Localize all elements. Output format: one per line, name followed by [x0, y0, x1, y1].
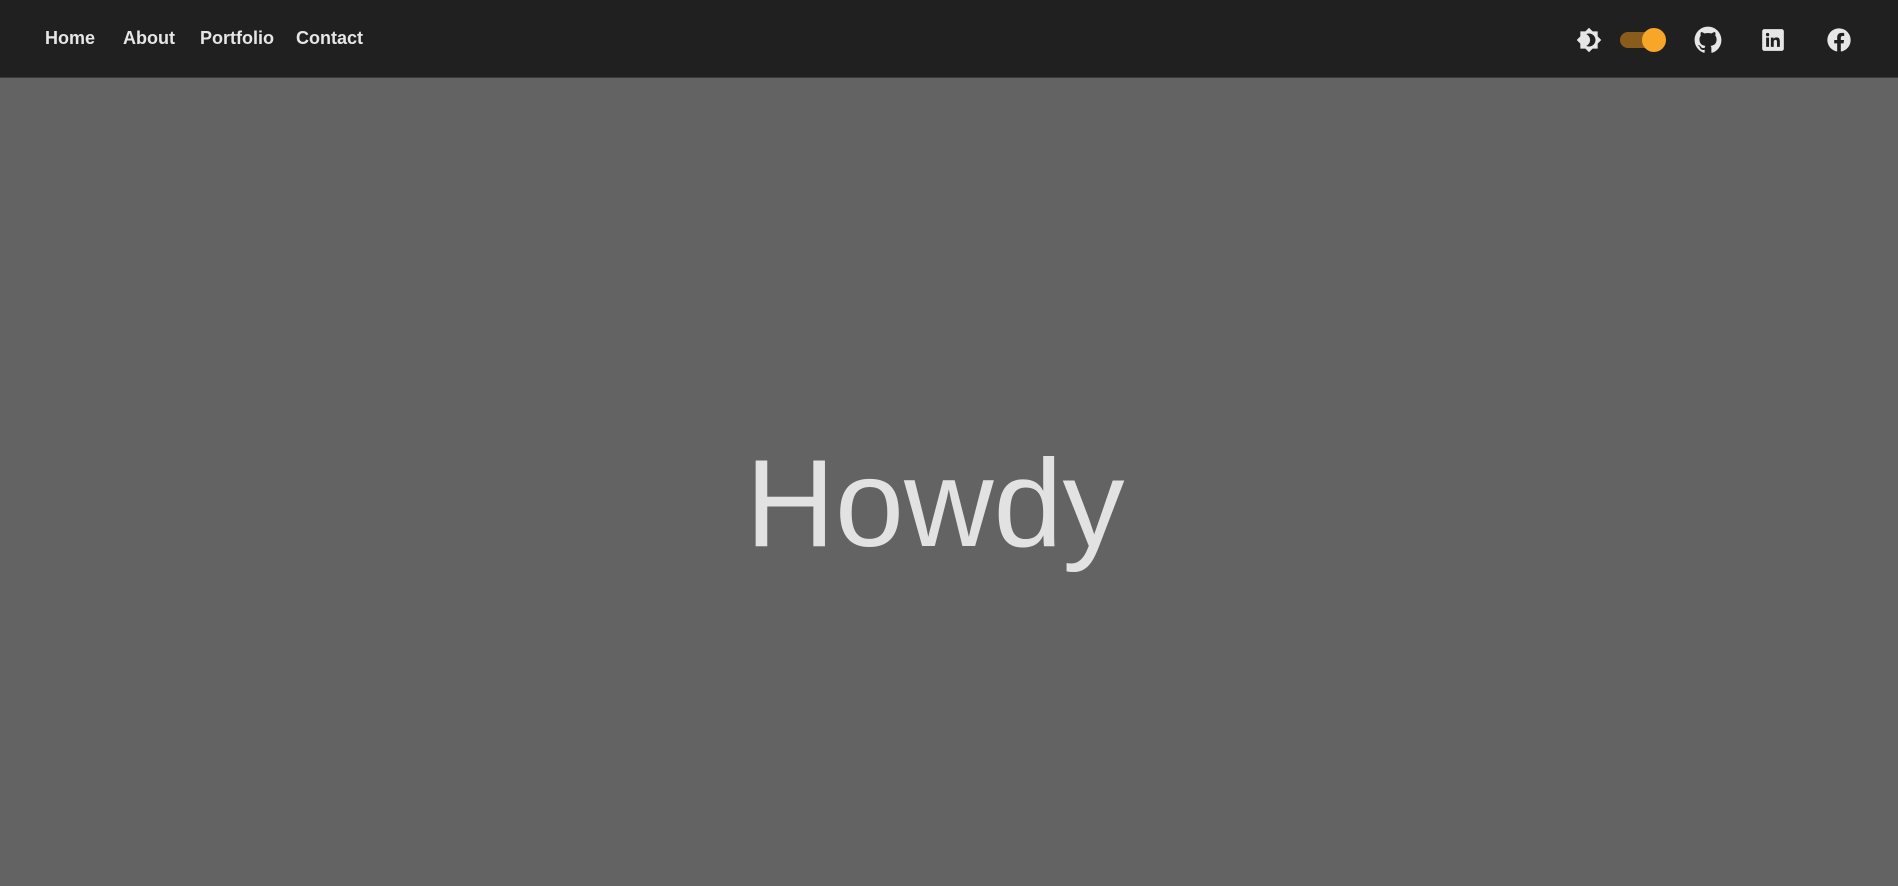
hero-section: Howdy	[0, 79, 1898, 886]
toggle-knob	[1642, 28, 1666, 52]
nav-link-about[interactable]: About	[123, 27, 175, 49]
linkedin-icon[interactable]	[1760, 27, 1786, 53]
nav-link-portfolio[interactable]: Portfolio	[200, 27, 274, 49]
nav-right-tools	[1560, 0, 1898, 78]
hero-title: Howdy	[745, 435, 1125, 573]
github-icon[interactable]	[1694, 26, 1722, 54]
brightness-icon	[1576, 27, 1602, 53]
theme-toggle[interactable]	[1620, 27, 1666, 52]
navbar: Home About Portfolio Contact	[0, 0, 1898, 78]
nav-link-contact[interactable]: Contact	[296, 27, 363, 49]
facebook-icon[interactable]	[1825, 26, 1853, 54]
nav-links: Home About Portfolio Contact	[0, 0, 420, 78]
nav-link-home[interactable]: Home	[45, 27, 95, 49]
